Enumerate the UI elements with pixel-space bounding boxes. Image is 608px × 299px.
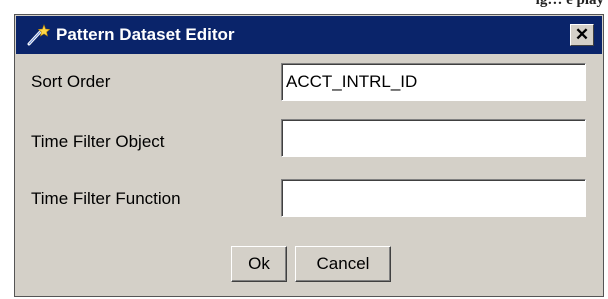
time-filter-function-input[interactable]	[281, 179, 586, 217]
close-button[interactable]: ✕	[570, 24, 594, 46]
background-text-fragment: ig… e play	[535, 0, 604, 8]
time-filter-function-label: Time Filter Function	[31, 189, 181, 208]
pattern-dataset-editor-dialog: Pattern Dataset Editor ✕ Sort Order Time…	[14, 14, 604, 297]
cancel-button[interactable]: Cancel	[295, 246, 391, 282]
title-bar[interactable]: Pattern Dataset Editor ✕	[16, 16, 602, 54]
sort-order-input[interactable]	[281, 63, 586, 101]
close-icon: ✕	[574, 25, 590, 44]
time-filter-object-label: Time Filter Object	[31, 132, 165, 151]
time-filter-object-input[interactable]	[281, 119, 586, 157]
magic-wand-icon	[26, 24, 51, 46]
ok-button[interactable]: Ok	[231, 246, 287, 282]
dialog-title: Pattern Dataset Editor	[56, 25, 235, 44]
page: ig… e play Pattern Dataset Editor ✕ Sort…	[0, 0, 608, 299]
sort-order-label: Sort Order	[31, 72, 111, 91]
